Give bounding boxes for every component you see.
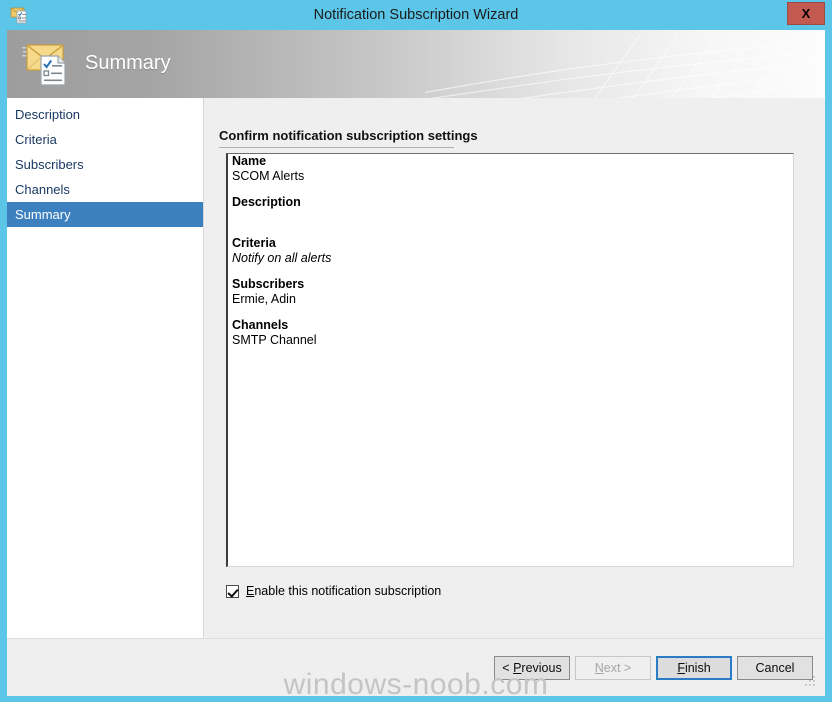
button-suffix: ext >: [603, 661, 632, 675]
summary-value: Ermie, Adin: [232, 292, 296, 306]
page-title: Confirm notification subscription settin…: [219, 128, 478, 143]
button-suffix: Cancel: [755, 661, 795, 675]
summary-entry-description: Description: [228, 195, 793, 225]
finish-button[interactable]: Finish: [656, 656, 732, 680]
sidebar-item-description[interactable]: Description: [7, 102, 203, 127]
summary-label: Subscribers: [232, 277, 305, 291]
banner-title: Summary: [85, 52, 171, 74]
summary-entry-criteria: Criteria Notify on all alerts: [228, 236, 793, 266]
summary-entry-name: Name SCOM Alerts: [228, 154, 793, 184]
enable-subscription-label: Enable this notification subscription: [246, 584, 441, 598]
previous-button[interactable]: < Previous: [494, 656, 570, 680]
close-button[interactable]: X: [787, 2, 825, 25]
content-pane: Confirm notification subscription settin…: [203, 98, 825, 638]
wizard-banner: Summary: [7, 30, 825, 98]
sidebar-item-summary[interactable]: Summary: [7, 202, 203, 227]
next-button: Next >: [575, 656, 651, 680]
sidebar-item-criteria[interactable]: Criteria: [7, 127, 203, 152]
summary-value: Notify on all alerts: [232, 251, 332, 265]
wizard-footer: < Previous Next > Finish Cancel: [7, 638, 825, 696]
enable-subscription-checkbox[interactable]: [226, 584, 239, 598]
summary-value: SMTP Channel: [232, 333, 317, 347]
button-suffix: inish: [684, 661, 711, 675]
wizard-window: Notification Subscription Wizard X Summa…: [0, 0, 832, 702]
summary-entry-channels: Channels SMTP Channel: [228, 318, 793, 348]
summary-entry-subscribers: Subscribers Ermie, Adin: [228, 277, 793, 307]
resize-grip[interactable]: [804, 675, 816, 687]
summary-panel: Name SCOM Alerts Description Criteria No…: [226, 153, 794, 567]
summary-label: Criteria: [232, 236, 276, 250]
label-text: nable this notification subscription: [254, 584, 442, 598]
accelerator-letter: F: [677, 661, 685, 675]
summary-label: Channels: [232, 318, 289, 332]
banner-mesh-decoration: [425, 34, 825, 98]
sidebar-item-channels[interactable]: Channels: [7, 177, 203, 202]
summary-value: [232, 210, 793, 225]
summary-label: Description: [232, 195, 301, 209]
enable-subscription-checkbox-row[interactable]: Enable this notification subscription: [226, 582, 441, 600]
title-bar[interactable]: Notification Subscription Wizard X: [0, 0, 832, 30]
wizard-step-navigation: Description Criteria Subscribers Channel…: [7, 98, 203, 638]
button-suffix: revious: [521, 661, 562, 675]
button-prefix: <: [502, 661, 514, 675]
banner-icon: [22, 44, 66, 86]
window-title: Notification Subscription Wizard: [313, 7, 519, 23]
page-title-divider: [219, 147, 454, 148]
sidebar-item-subscribers[interactable]: Subscribers: [7, 152, 203, 177]
summary-value: SCOM Alerts: [232, 169, 305, 183]
summary-label: Name: [232, 154, 267, 168]
cancel-button[interactable]: Cancel: [737, 656, 813, 680]
accelerator-letter: N: [594, 661, 604, 675]
